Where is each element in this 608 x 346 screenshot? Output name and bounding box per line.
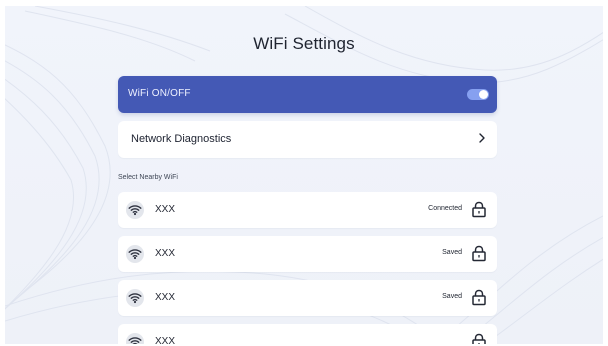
wifi-network-row[interactable]: XXX Saved [118, 236, 497, 272]
wifi-network-status: Saved [442, 249, 462, 256]
network-diagnostics-label: Network Diagnostics [131, 133, 232, 145]
nearby-wifi-section-label: Select Nearby WiFi [118, 174, 178, 181]
wifi-icon [126, 245, 144, 263]
wifi-network-name: XXX [155, 248, 176, 259]
wifi-icon [126, 333, 144, 344]
page-title: WiFi Settings [253, 34, 355, 53]
wifi-toggle-switch[interactable] [467, 89, 489, 100]
lock-icon [472, 333, 486, 344]
chevron-right-icon [479, 133, 485, 143]
wifi-network-name: XXX [155, 204, 176, 215]
wifi-network-row[interactable]: XXX Connected [118, 192, 497, 228]
toggle-knob [479, 90, 488, 99]
lock-icon [472, 201, 486, 218]
wifi-network-row[interactable]: XXX [118, 324, 497, 344]
wifi-settings-page: WiFi Settings WiFi ON/OFF Network Diagno… [5, 6, 603, 344]
network-diagnostics-button[interactable]: Network Diagnostics [118, 121, 497, 158]
lock-icon [472, 289, 486, 306]
lock-icon [472, 245, 486, 262]
wifi-network-status: Connected [428, 205, 462, 212]
wifi-toggle-label: WiFi ON/OFF [128, 88, 191, 99]
wifi-icon [126, 201, 144, 219]
wifi-icon [126, 289, 144, 307]
wifi-network-row[interactable]: XXX Saved [118, 280, 497, 316]
wifi-network-name: XXX [155, 292, 176, 303]
wifi-toggle-row[interactable]: WiFi ON/OFF [118, 76, 497, 113]
wifi-network-name: XXX [155, 336, 176, 344]
wifi-network-status: Saved [442, 293, 462, 300]
